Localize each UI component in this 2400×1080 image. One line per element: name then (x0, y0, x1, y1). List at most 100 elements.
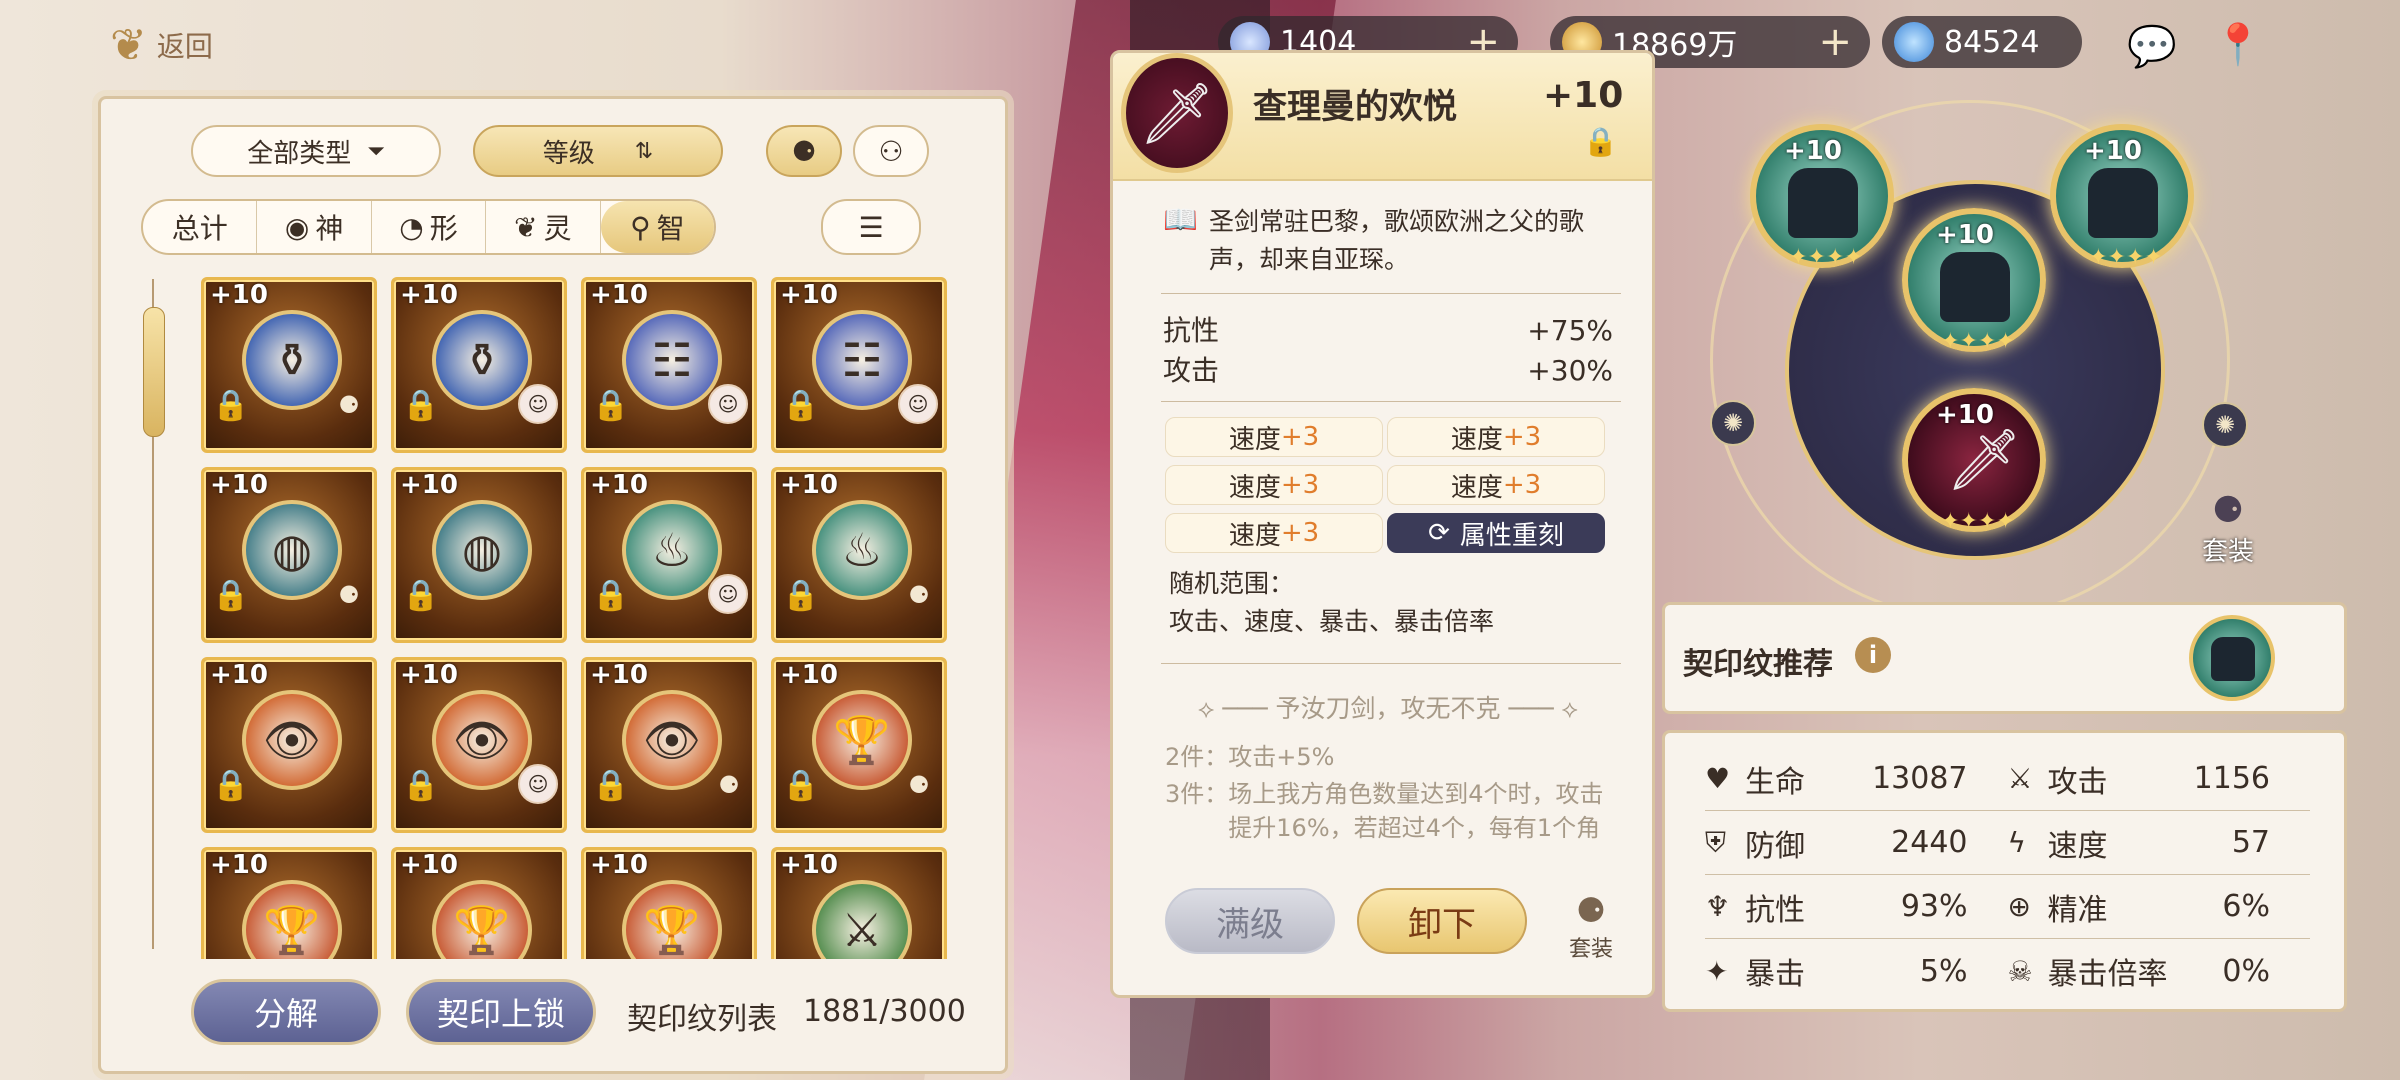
tab-total-label: 总计 (171, 212, 228, 245)
max-level-button[interactable]: 满级 (1165, 888, 1335, 954)
eye-emblem-icon: 👁 (432, 690, 532, 790)
rune-card[interactable]: +10 👁 🔒 ☺ (391, 657, 567, 833)
sort-level-button[interactable]: 等级 ⇅ (473, 125, 723, 177)
rune-card[interactable]: +10 🏆 🔒 ⚈ (771, 657, 947, 833)
rune-slot-4-selected[interactable]: +10 🗡 ✦✦✦✦ (1902, 388, 2046, 534)
rune-card[interactable]: +10⚔🔒 (771, 847, 947, 959)
rune-slot-1[interactable]: +10 ✦✦✦✦ (1750, 124, 1894, 270)
lock-icon[interactable]: 🔒 (402, 958, 439, 959)
lock-icon[interactable]: 🔒 (592, 388, 629, 423)
unequip-button[interactable]: 卸下 (1357, 888, 1527, 954)
lock-icon[interactable]: 🔒 (212, 768, 249, 803)
list-search-icon: ☰ (858, 210, 884, 244)
stat-row: ♆ 抗性 93% ⊕ 精准 6% (1705, 875, 2310, 939)
lock-icon[interactable]: 🔒 (212, 958, 249, 959)
stat-cell: ☠ 暴击倍率 0% (2008, 949, 2311, 993)
unequip-label: 卸下 (1408, 904, 1476, 945)
tab-xing[interactable]: ◔ 形 (372, 201, 487, 253)
tab-ling[interactable]: ❦ 灵 (486, 201, 601, 253)
xing-icon: ◔ (399, 210, 424, 244)
lock-icon[interactable]: 🔒 (782, 768, 819, 803)
lock-icon[interactable]: 🔒 (402, 388, 439, 423)
recommended-rune-icon[interactable] (2189, 615, 2275, 701)
tab-shen[interactable]: ◉ 神 (257, 201, 372, 253)
decompose-button[interactable]: 分解 (191, 979, 381, 1045)
random-range: 随机范围： 攻击、速度、暴击、暴击倍率 (1169, 565, 1494, 641)
sub-stat-value: +3 (1502, 422, 1542, 452)
rune-card[interactable]: +10 ⚱ 🔒 ⚈ (201, 277, 377, 453)
stat-cell: ⚔ 攻击 1156 (2008, 757, 2311, 801)
wheel-set-button[interactable]: ⚈ 套装 (2198, 490, 2258, 568)
lock-icon[interactable]: 🔒 (212, 578, 249, 613)
diamond-counter: 84524 (1882, 16, 2082, 68)
rune-description: 圣剑常驻巴黎，歌颂欧洲之父的歌声，却来自亚琛。 (1209, 207, 1585, 274)
ornament-right-icon: ─── ⟡ (1500, 694, 1579, 723)
list-search-button[interactable]: ☰ (821, 199, 921, 255)
lock-icon[interactable]: 🔒 (402, 768, 439, 803)
back-label: 返回 (156, 30, 213, 63)
lock-icon[interactable]: 🔒 (782, 578, 819, 613)
slot-level: +10 (1784, 136, 1842, 166)
rune-card[interactable]: +10🏆🔒 (581, 847, 757, 959)
reforge-button[interactable]: ⟳ 属性重刻 (1387, 513, 1605, 553)
rune-card[interactable]: +10 ♨ 🔒 ☺ (581, 467, 757, 643)
knight-helmet-emblem (2088, 168, 2158, 238)
main-stat-label: 抗性 (1163, 314, 1220, 347)
dagger-emblem-icon: ⚔ (812, 880, 912, 959)
set-view-toggle-a[interactable]: ⚈ (766, 125, 842, 177)
lock-icon[interactable]: 🔒 (592, 768, 629, 803)
stat-label: 精准 (2047, 892, 2108, 928)
add-gold-button[interactable]: + (1818, 22, 1852, 62)
rune-card[interactable]: +10🏆🔒 (201, 847, 377, 959)
scroll-thumb[interactable] (143, 307, 165, 437)
tab-zhi[interactable]: ⚲ 智 (600, 201, 715, 253)
rune-card[interactable]: +10 ◍ 🔒 (391, 467, 567, 643)
rune-list-label: 契印纹列表 (627, 1002, 777, 1037)
lock-icon[interactable]: 🔒 (592, 578, 629, 613)
lock-icon[interactable]: 🔒 (592, 958, 629, 959)
rune-level: +10 (400, 470, 458, 500)
set-name-text: 予汝刀剑，攻无不克 (1275, 694, 1501, 723)
lamp-emblem-icon: ♨ (812, 500, 912, 600)
rune-card[interactable]: +10 👁 🔒 (201, 657, 377, 833)
lock-icon[interactable]: 🔒 (782, 388, 819, 423)
tablet-emblem-icon: ☷ (812, 310, 912, 410)
rune-card[interactable]: +10 ◍ 🔒 ⚈ (201, 467, 377, 643)
set-info-button[interactable]: ⚈ 套装 (1551, 891, 1631, 963)
lock-icon[interactable]: 🔒 (212, 388, 249, 423)
zhi-icon: ⚲ (630, 210, 651, 244)
inventory-scrollbar[interactable] (143, 279, 165, 949)
set-bonus-3-prefix: 3件： (1165, 780, 1229, 808)
tab-total[interactable]: 总计 (143, 201, 258, 253)
rune-card[interactable]: +10 ⚱ 🔒 ☺ (391, 277, 567, 453)
set-view-toggle-b[interactable]: ⚇ (853, 125, 929, 177)
rune-card[interactable]: +10 ☷ 🔒 ☺ (771, 277, 947, 453)
rune-card[interactable]: +10 ☷ 🔒 ☺ (581, 277, 757, 453)
shield-icon: ⛨ (1705, 825, 1727, 859)
lock-icon[interactable]: 🔒 (1583, 125, 1618, 158)
eye-emblem-icon: 👁 (242, 690, 342, 790)
stat-value: 6% (2222, 889, 2270, 924)
info-icon[interactable]: i (1855, 637, 1891, 673)
lamp-emblem-icon: ♨ (622, 500, 722, 600)
knight-helmet-emblem (1940, 252, 2010, 322)
chat-bubble-icon[interactable]: 💬 (2120, 16, 2184, 76)
ornament-left-icon: ⟡ ─── (1197, 694, 1276, 723)
rune-card[interactable]: +10 👁 🔒 ⚈ (581, 657, 757, 833)
map-pin-icon[interactable]: 📍 (2206, 14, 2270, 74)
back-button[interactable]: ❦ 返回 (110, 10, 330, 80)
rune-card[interactable]: +10 ♨ 🔒 ⚈ (771, 467, 947, 643)
lock-icon[interactable]: 🔒 (402, 578, 439, 613)
lock-rune-button[interactable]: 契印上锁 (406, 979, 596, 1045)
lock-icon[interactable]: 🔒 (782, 958, 819, 959)
sub-stat-label: 速度 (1228, 520, 1281, 551)
star-rating: ✦✦✦✦ (1789, 245, 1863, 270)
type-filter-button[interactable]: 全部类型 ⏷ (191, 125, 441, 177)
sun-sigil-icon: ✺ (1710, 400, 1756, 446)
rune-slot-2[interactable]: +10 ✦✦✦✦ (2050, 124, 2194, 270)
filter-funnel-icon: ⏷ (367, 138, 385, 164)
stat-row: ⛨ 防御 2440 ϟ 速度 57 (1705, 811, 2310, 875)
rune-card[interactable]: +10🏆🔒 (391, 847, 567, 959)
rune-grid: +10 ⚱ 🔒 ⚈ +10 ⚱ 🔒 ☺ +10 ☷ 🔒 ☺ +10 ☷ 🔒 ☺ +10 ◍ 🔒 ⚈ +10 ◍ 🔒 +10 ♨ 🔒… (201, 277, 991, 959)
rune-slot-3[interactable]: +10 ✦✦✦✦ (1902, 208, 2046, 354)
